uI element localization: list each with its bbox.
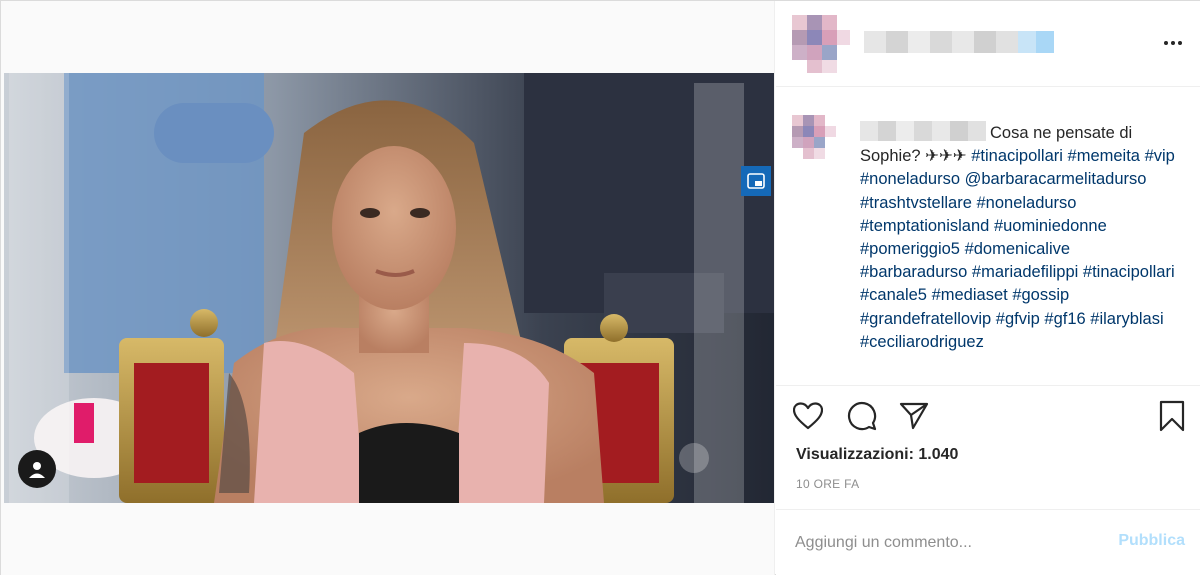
- username-redacted[interactable]: [864, 27, 1054, 57]
- user-tag-button[interactable]: [18, 450, 56, 488]
- comment-input[interactable]: [795, 530, 1095, 556]
- caption-section: Cosa ne pensate di Sophie? ✈✈✈ #tinacipo…: [776, 103, 1200, 385]
- caption-tag-link[interactable]: #gf16: [1044, 310, 1085, 328]
- caption-tag-link[interactable]: #vip: [1145, 147, 1175, 165]
- comment-button[interactable]: [846, 400, 878, 432]
- caption-tag-link[interactable]: #tinacipollari: [971, 147, 1063, 165]
- caption-tag-link[interactable]: #noneladurso: [976, 194, 1076, 212]
- caption-tag-link[interactable]: #canale5: [860, 286, 927, 304]
- media-column: [1, 1, 775, 575]
- caption-tag-link[interactable]: #mediaset: [932, 286, 1008, 304]
- caption-tag-link[interactable]: #uominiedonne: [994, 217, 1107, 235]
- caption-avatar[interactable]: [792, 115, 836, 159]
- publish-button[interactable]: Pubblica: [1118, 532, 1185, 550]
- caption-tag-link[interactable]: #pomeriggio5: [860, 240, 960, 258]
- post-side-panel: Cosa ne pensate di Sophie? ✈✈✈ #tinacipo…: [776, 1, 1200, 575]
- instagram-post: Cosa ne pensate di Sophie? ✈✈✈ #tinacipo…: [0, 0, 1200, 575]
- save-button[interactable]: [1156, 400, 1188, 432]
- dot: [1178, 41, 1182, 45]
- caption-tag-link[interactable]: #domenicalive: [965, 240, 1070, 258]
- comment-icon: [848, 402, 877, 431]
- more-options-button[interactable]: [1161, 31, 1185, 55]
- caption-tag-link[interactable]: #trashtvstellare: [860, 194, 972, 212]
- caption-tag-link[interactable]: #ceciliarodriguez: [860, 333, 984, 351]
- like-button[interactable]: [792, 400, 824, 432]
- bookmark-icon: [1159, 400, 1185, 432]
- caption-tag-link[interactable]: #gfvip: [996, 310, 1040, 328]
- user-icon: [29, 462, 45, 478]
- share-button[interactable]: [898, 400, 930, 432]
- caption-tag-link[interactable]: #grandefratellovip: [860, 310, 991, 328]
- caption-tag-link[interactable]: #ilaryblasi: [1090, 310, 1163, 328]
- more-horizontal-icon: [1164, 41, 1168, 45]
- post-header: [776, 1, 1200, 87]
- caption-tag-link[interactable]: #tinacipollari: [1083, 263, 1175, 281]
- caption-text: Cosa ne pensate di Sophie? ✈✈✈ #tinacipo…: [860, 121, 1180, 354]
- caption-tag-link[interactable]: #noneladurso: [860, 170, 960, 188]
- comment-bar: Pubblica: [776, 509, 1200, 575]
- dot: [1171, 41, 1175, 45]
- video-frame: [4, 73, 774, 503]
- caption-tag-link[interactable]: #barbaradurso: [860, 263, 967, 281]
- picture-in-picture-icon[interactable]: [741, 166, 771, 196]
- paper-plane-icon: [899, 402, 929, 430]
- caption-tag-link[interactable]: @barbaracarmelitadurso: [965, 170, 1147, 188]
- caption-tag-link[interactable]: #memeita: [1068, 147, 1140, 165]
- caption-tag-link[interactable]: #mariadefilippi: [972, 263, 1078, 281]
- avatar[interactable]: [792, 15, 850, 73]
- caption-tags: #tinacipollari #memeita #vip #noneladurs…: [860, 147, 1175, 351]
- actions-bar: Visualizzazioni: 1.040 10 ORE FA: [776, 385, 1200, 503]
- caption-tag-link[interactable]: #gossip: [1012, 286, 1069, 304]
- heart-icon: [793, 402, 823, 430]
- post-time[interactable]: 10 ORE FA: [796, 477, 859, 491]
- views-count: Visualizzazioni: 1.040: [796, 446, 959, 463]
- post-video[interactable]: [4, 73, 774, 503]
- caption-tag-link[interactable]: #temptationisland: [860, 217, 989, 235]
- caption-username-redacted[interactable]: [860, 121, 986, 141]
